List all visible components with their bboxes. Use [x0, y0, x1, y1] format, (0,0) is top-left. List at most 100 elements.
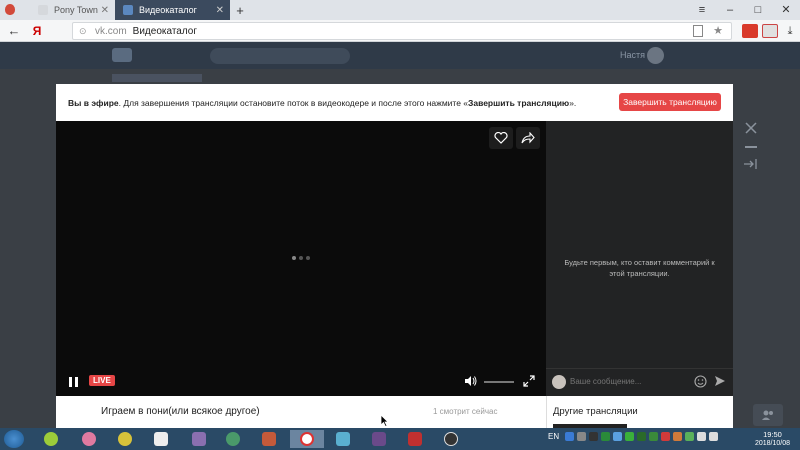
- browser-tab-bar: Pony Town ✕ Видеокаталог ✕ + ≡ – □ ✕: [0, 0, 800, 20]
- banner-body: . Для завершения трансляции остановите п…: [118, 97, 469, 108]
- taskbar-app-icon[interactable]: [326, 430, 360, 448]
- tray-icon[interactable]: [588, 432, 598, 441]
- stream-info: Играем в пони(или всякое другое) 1 смотр…: [56, 396, 546, 428]
- maximize-button[interactable]: □: [744, 0, 772, 20]
- tab-videocatalog[interactable]: Видеокаталог ✕: [115, 0, 230, 20]
- vk-sidebar-placeholder: [112, 74, 202, 82]
- chat-message-input[interactable]: [570, 377, 690, 386]
- mouse-cursor-icon: [380, 414, 389, 427]
- language-indicator[interactable]: EN: [548, 432, 559, 441]
- extension-icon[interactable]: [762, 24, 778, 38]
- back-arrow-icon[interactable]: ←: [0, 23, 28, 38]
- vk-header: Настя: [0, 42, 800, 69]
- address-bar: ← Я ⊙ vk.com Видеокаталог ★ ⤓: [0, 20, 800, 42]
- banner-bold-lead: Вы в эфире: [68, 97, 119, 108]
- pause-icon[interactable]: [69, 377, 78, 387]
- vk-user-name[interactable]: Настя: [620, 50, 645, 60]
- tab-favicon-icon: [38, 5, 48, 15]
- volume-icon[interactable]: [464, 375, 478, 387]
- tab-label: Видеокаталог: [139, 5, 197, 15]
- volume-slider[interactable]: [484, 381, 514, 383]
- people-button[interactable]: [753, 404, 783, 426]
- tray-icon[interactable]: [648, 432, 658, 441]
- live-badge: LIVE: [89, 375, 115, 386]
- taskbar-app-icon[interactable]: [362, 430, 396, 448]
- taskbar-obs-icon[interactable]: [434, 430, 468, 448]
- emoji-icon[interactable]: [694, 375, 707, 388]
- share-button[interactable]: [516, 127, 540, 149]
- vk-search-input[interactable]: [210, 48, 350, 64]
- url-host: vk.com: [95, 25, 127, 37]
- close-icon[interactable]: [744, 121, 758, 135]
- extensions-bar: ⤓: [740, 22, 800, 40]
- browser-menu-button[interactable]: ≡: [688, 0, 716, 20]
- tray-icon[interactable]: [672, 432, 682, 441]
- chat-empty-message: Будьте первым, кто оставит комментарий к…: [564, 258, 715, 278]
- banner-end: ».: [569, 97, 577, 108]
- player-controls: LIVE: [56, 368, 546, 396]
- download-icon[interactable]: ⤓: [782, 24, 798, 38]
- yandex-logo-icon[interactable]: Я: [28, 24, 46, 38]
- finish-broadcast-button[interactable]: Завершить трансляцию: [619, 93, 721, 111]
- fullscreen-icon[interactable]: [523, 375, 535, 387]
- minimize-player-icon[interactable]: [745, 146, 757, 148]
- url-path: Видеокаталог: [132, 25, 198, 37]
- chat-panel: Будьте первым, кто оставит комментарий к…: [546, 121, 733, 396]
- adblock-extension-icon[interactable]: [742, 24, 758, 38]
- bookmark-star-icon[interactable]: ★: [713, 24, 723, 37]
- taskbar-yandex-browser[interactable]: [290, 430, 324, 448]
- chat-input-bar: [546, 368, 733, 396]
- avatar: [552, 375, 566, 389]
- windows-taskbar: EN 19:50 2018/10/08: [0, 428, 800, 450]
- tray-icon[interactable]: [600, 432, 610, 441]
- reader-mode-icon[interactable]: [693, 25, 703, 37]
- system-tray: EN: [548, 432, 719, 441]
- tray-icon[interactable]: [660, 432, 670, 441]
- tab-close-icon[interactable]: ✕: [216, 5, 224, 16]
- window-controls: ≡ – □ ✕: [688, 0, 800, 20]
- video-player[interactable]: LIVE: [56, 121, 546, 396]
- vk-favicon-icon: [123, 5, 133, 15]
- tray-icon[interactable]: [612, 432, 622, 441]
- taskbar-app-icon[interactable]: [216, 430, 250, 448]
- share-arrow-icon: [521, 132, 535, 144]
- help-icon[interactable]: [564, 432, 574, 441]
- taskbar-app-icon[interactable]: [144, 430, 178, 448]
- tray-icon[interactable]: [636, 432, 646, 441]
- people-icon: [762, 410, 773, 420]
- like-button[interactable]: [489, 127, 513, 149]
- tab-close-icon[interactable]: ✕: [101, 5, 109, 16]
- taskbar-app-icon[interactable]: [72, 430, 106, 448]
- taskbar-app-icon[interactable]: [182, 430, 216, 448]
- url-field[interactable]: ⊙ vk.com Видеокаталог ★: [72, 22, 732, 40]
- volume-tray-icon[interactable]: [708, 432, 718, 441]
- loading-indicator: [292, 256, 310, 260]
- dock-right-icon[interactable]: [743, 158, 759, 170]
- banner-text: Вы в эфире. Для завершения трансляции ос…: [68, 98, 576, 108]
- avatar[interactable]: [647, 47, 664, 64]
- vk-logo-icon[interactable]: [112, 48, 132, 62]
- taskbar-app-icon[interactable]: [398, 430, 432, 448]
- taskbar-app-icon[interactable]: [252, 430, 286, 448]
- network-icon[interactable]: [696, 432, 706, 441]
- connection-icon[interactable]: ⊙: [79, 26, 89, 37]
- taskbar-app-icon[interactable]: [108, 430, 142, 448]
- new-tab-button[interactable]: +: [230, 3, 250, 18]
- taskbar-app-icon[interactable]: [34, 430, 68, 448]
- system-clock[interactable]: 19:50 2018/10/08: [755, 430, 790, 448]
- stream-title[interactable]: Играем в пони(или всякое другое): [101, 406, 260, 417]
- minimize-button[interactable]: –: [716, 0, 744, 20]
- send-icon[interactable]: [714, 375, 726, 387]
- start-button[interactable]: [4, 430, 24, 448]
- other-streams-title: Другие трансляции: [553, 406, 638, 417]
- tray-icon[interactable]: [624, 432, 634, 441]
- clock-time: 19:50: [763, 430, 782, 439]
- banner-bold-action: Завершить трансляцию: [468, 97, 570, 108]
- other-streams-panel: Другие трансляции: [546, 396, 733, 428]
- heart-icon: [494, 132, 508, 144]
- tab-pony-town[interactable]: Pony Town ✕: [0, 0, 115, 20]
- tray-icon[interactable]: [684, 432, 694, 441]
- close-window-button[interactable]: ✕: [772, 0, 800, 20]
- clock-date: 2018/10/08: [754, 440, 790, 447]
- tray-icon[interactable]: [576, 432, 586, 441]
